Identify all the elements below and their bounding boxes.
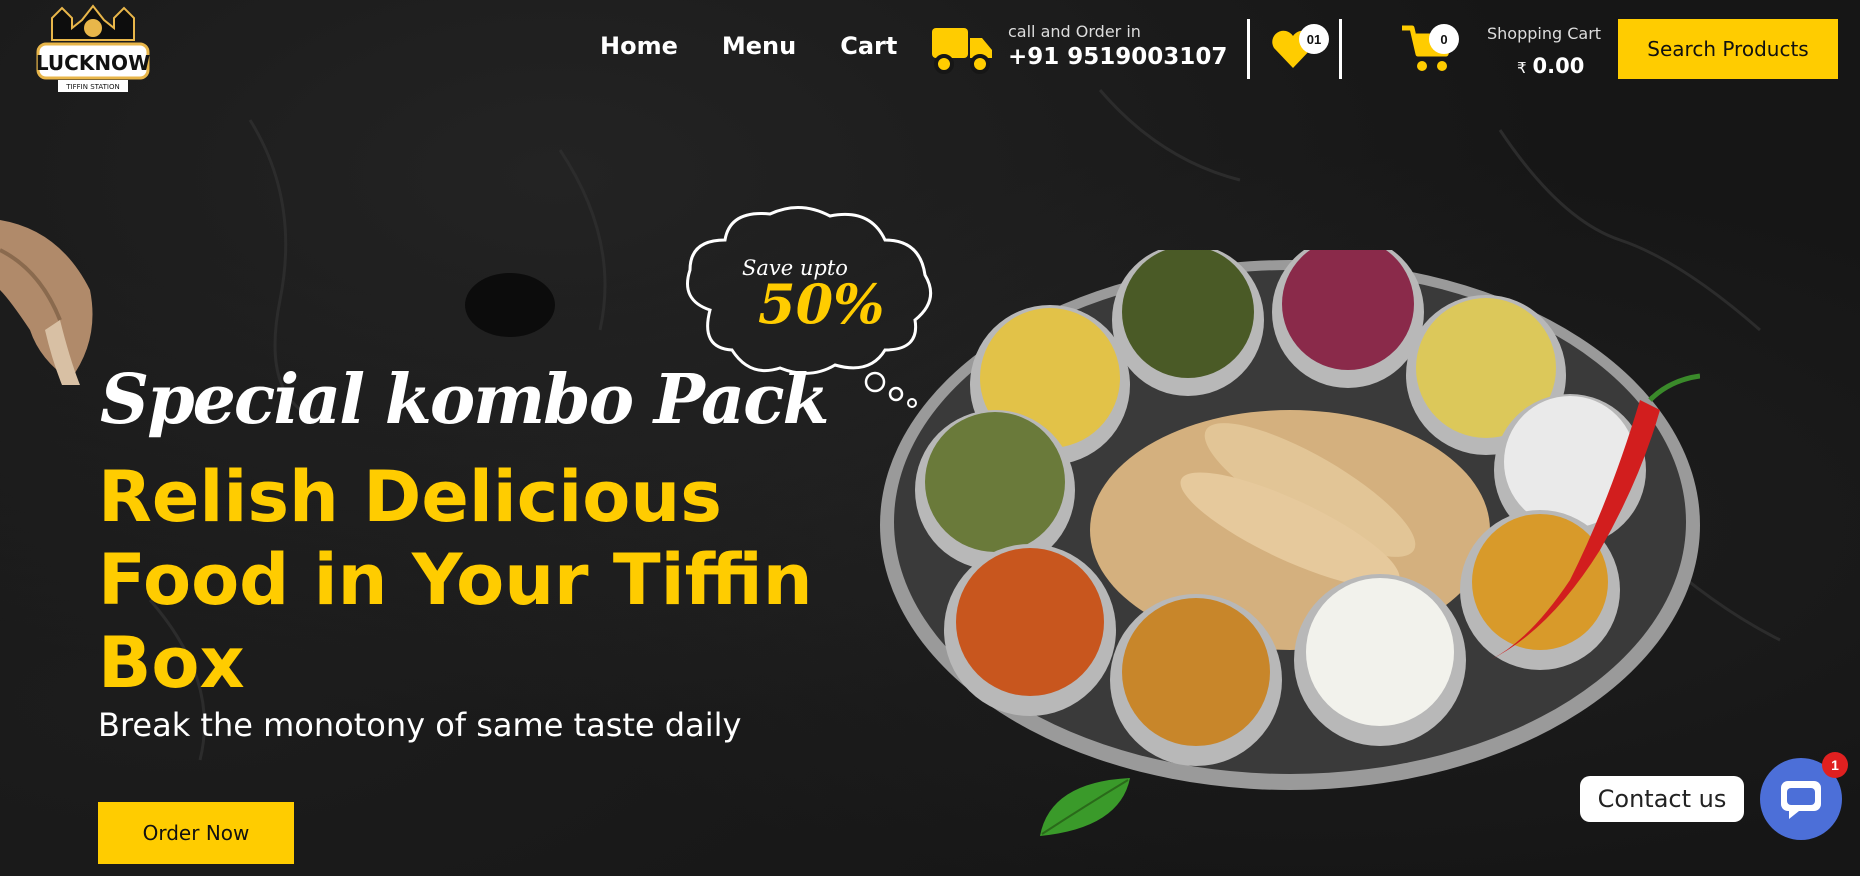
- nav-cart[interactable]: Cart: [840, 32, 897, 60]
- leaf-decoration: [1040, 778, 1130, 836]
- cart-count-badge: 0: [1429, 24, 1459, 54]
- site-header: LUCKNOW TIFFIN STATION Home Menu Cart ca…: [0, 0, 1860, 100]
- wishlist-count-badge: 01: [1299, 24, 1329, 54]
- divider: [1247, 19, 1250, 79]
- cart-total[interactable]: ₹0.00: [1517, 54, 1584, 78]
- search-products-button[interactable]: Search Products: [1618, 19, 1838, 79]
- svg-text:LUCKNOW: LUCKNOW: [36, 51, 150, 75]
- truck-icon: [932, 28, 992, 74]
- cart-total-amount: 0.00: [1532, 54, 1585, 78]
- brand-logo[interactable]: LUCKNOW TIFFIN STATION: [32, 0, 154, 100]
- nav-home[interactable]: Home: [600, 32, 678, 60]
- promo-percent: 50%: [758, 272, 885, 336]
- order-now-button[interactable]: Order Now: [98, 802, 294, 864]
- hero-script-title: Special kombo Pack: [100, 360, 830, 440]
- call-label: call and Order in: [1008, 22, 1141, 41]
- svg-text:TIFFIN STATION: TIFFIN STATION: [65, 83, 119, 91]
- main-nav: Home Menu Cart: [600, 32, 897, 60]
- call-phone-number[interactable]: +91 9519003107: [1008, 44, 1227, 70]
- thali-food-image: [880, 250, 1700, 790]
- currency-symbol: ₹: [1517, 59, 1527, 77]
- contact-notification-badge: 1: [1822, 752, 1848, 778]
- mushroom-decoration: [0, 220, 93, 385]
- nav-menu[interactable]: Menu: [722, 32, 796, 60]
- chat-icon: [1781, 781, 1821, 819]
- divider: [1339, 19, 1342, 79]
- hero-subtext: Break the monotony of same taste daily: [98, 706, 742, 744]
- contact-us-label[interactable]: Contact us: [1580, 776, 1744, 822]
- hero-headline: Relish Delicious Food in Your Tiffin Box: [98, 456, 813, 704]
- shopping-cart-label: Shopping Cart: [1487, 24, 1602, 43]
